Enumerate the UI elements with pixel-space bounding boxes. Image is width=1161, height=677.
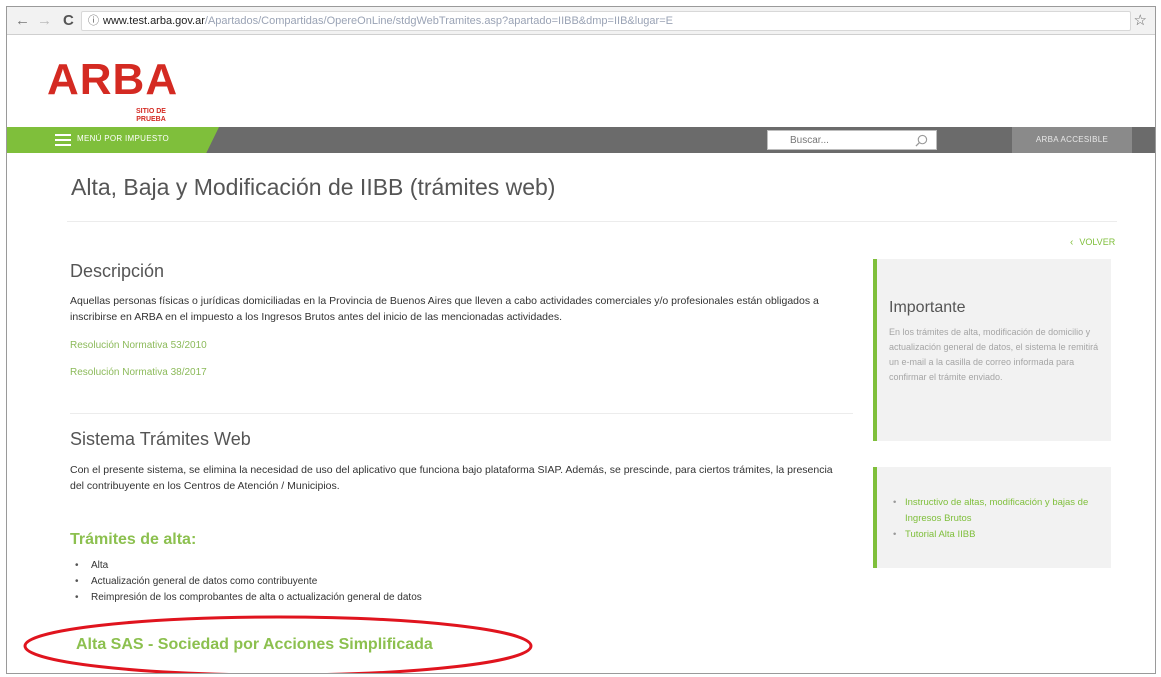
hamburger-icon — [55, 134, 71, 146]
sistema-text: Con el presente sistema, se elimina la n… — [70, 464, 833, 492]
chevron-left-icon: ‹ — [1070, 237, 1074, 248]
browser-address-bar: ← → C ⓘ www.test.arba.gov.ar/Apartados/Co… — [7, 7, 1155, 35]
web-page: ARBA SITIO DE PRUEBA MENÚ POR IMPUESTO A… — [7, 36, 1155, 673]
importante-title: Importante — [889, 299, 966, 316]
forward-arrow-icon[interactable]: → — [37, 12, 52, 30]
descripcion-heading: Descripción — [70, 261, 165, 281]
search-input[interactable] — [768, 131, 908, 149]
arba-logo[interactable]: ARBA SITIO DE PRUEBA — [47, 56, 177, 128]
menu-label: MENÚ POR IMPUESTO — [77, 134, 170, 143]
url-field[interactable]: ⓘ www.test.arba.gov.ar/Apartados/Comparti… — [81, 11, 1131, 31]
page-title: Alta, Baja y Modificación de IIBB (trámi… — [71, 174, 556, 200]
volver-link[interactable]: ‹ VOLVER — [1070, 237, 1115, 248]
url-path: /Apartados/Compartidas/OpereOnLine/stdgW… — [204, 15, 673, 27]
logo-subtext: SITIO DE PRUEBA — [136, 108, 166, 123]
bookmark-star-icon[interactable]: ☆ — [1134, 12, 1147, 30]
title-divider — [67, 221, 1117, 222]
search-box — [767, 130, 937, 150]
importante-box: Importante En los trámites de alta, modi… — [873, 259, 1111, 441]
menu-por-impuesto-button[interactable]: MENÚ POR IMPUESTO — [7, 127, 219, 153]
tramites-alta-list: Alta Actualización general de datos como… — [69, 558, 422, 606]
list-item: Alta — [69, 558, 422, 574]
section-divider — [70, 413, 853, 414]
importante-text: En los trámites de alta, modificación de… — [889, 327, 1099, 382]
browser-window: ← → C ⓘ www.test.arba.gov.ar/Apartados/Co… — [6, 6, 1156, 674]
volver-label: VOLVER — [1079, 237, 1116, 247]
resolucion-38-2017-link[interactable]: Resolución Normativa 38/2017 — [70, 367, 207, 378]
logo-text: ARBA — [47, 55, 179, 104]
arba-accesible-button[interactable]: ARBA ACCESIBLE — [1012, 127, 1132, 153]
back-arrow-icon[interactable]: ← — [15, 12, 30, 30]
sidebar-links: Instructivo de altas, modificación y baj… — [891, 495, 1105, 543]
resolucion-53-2010-link[interactable]: Resolución Normativa 53/2010 — [70, 340, 207, 351]
instructivo-link[interactable]: Instructivo de altas, modificación y baj… — [891, 495, 1105, 527]
info-icon[interactable]: ⓘ — [88, 15, 99, 27]
list-item: Actualización general de datos como cont… — [69, 574, 422, 590]
tutorial-alta-link[interactable]: Tutorial Alta IIBB — [891, 527, 1105, 543]
links-box: Instructivo de altas, modificación y baj… — [873, 467, 1111, 568]
main-navbar: MENÚ POR IMPUESTO ARBA ACCESIBLE — [7, 127, 1155, 153]
alta-sas-heading: Alta SAS - Sociedad por Acciones Simplif… — [76, 636, 433, 653]
sistema-heading: Sistema Trámites Web — [70, 429, 251, 449]
url-host: www.test.arba.gov.ar — [103, 15, 205, 27]
descripcion-text: Aquellas personas físicas o jurídicas do… — [70, 295, 819, 323]
list-item: Reimpresión de los comprobantes de alta … — [69, 590, 422, 606]
search-icon[interactable] — [915, 134, 928, 147]
reload-icon[interactable]: C — [63, 12, 74, 30]
tramites-alta-heading: Trámites de alta: — [70, 531, 197, 548]
